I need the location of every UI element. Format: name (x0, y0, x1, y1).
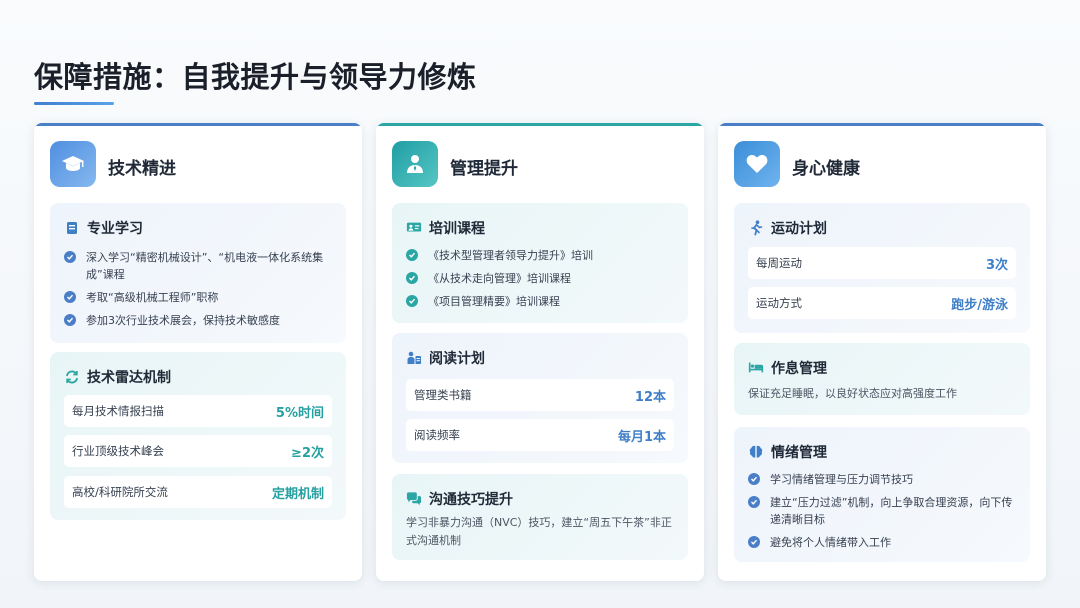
sync-icon (64, 369, 80, 385)
metric-row: 高校/科研院所交流 定期机制 (64, 476, 332, 508)
list-item: 参加3次行业技术展会，保持技术敏感度 (64, 312, 334, 329)
section-title-text: 情绪管理 (771, 445, 827, 461)
card-accent-bar (376, 123, 704, 126)
section-description: 学习非暴力沟通（NVC）技巧，建立“周五下午茶”非正式沟通机制 (406, 516, 672, 547)
metric-row: 阅读频率 每月1本 (406, 419, 674, 451)
list-item-text: 参加3次行业技术展会，保持技术敏感度 (86, 314, 280, 327)
section-rest-management: 作息管理 保证充足睡眠，以良好状态应对高强度工作 (734, 343, 1030, 415)
section-title: 作息管理 (748, 358, 827, 378)
list-item-text: 《从技术走向管理》培训课程 (428, 272, 571, 285)
reader-icon (406, 350, 422, 366)
check-icon (748, 496, 760, 508)
check-icon (64, 314, 76, 326)
metric-row: 每周运动 3次 (748, 247, 1016, 279)
card-accent-bar (718, 123, 1046, 126)
training-list: 《技术型管理者领导力提升》培训 《从技术走向管理》培训课程 《项目管理精要》培训… (406, 247, 676, 316)
metric-value: ≥2次 (291, 445, 324, 461)
running-icon (748, 220, 764, 236)
list-item-text: 学习情绪管理与压力调节技巧 (770, 473, 913, 486)
card-management: 管理提升 培训课程 《技术型管理者领导力提升》培训 《从技术走向管理》培训课程 … (376, 123, 704, 581)
section-tech-radar: 技术雷达机制 每月技术情报扫描 5%时间 行业顶级技术峰会 ≥2次 高校/科研院所交… (50, 352, 346, 520)
list-item-text: 深入学习“精密机械设计”、“机电液一体化系统集成”课程 (86, 251, 324, 281)
list-item-text: 考取“高级机械工程师”职称 (86, 291, 219, 304)
check-icon (748, 473, 760, 485)
metric-label: 管理类书籍 (414, 388, 472, 402)
metric-row: 管理类书籍 12本 (406, 379, 674, 411)
list-item: 《技术型管理者领导力提升》培训 (406, 247, 676, 264)
card-wellbeing: 身心健康 运动计划 每周运动 3次 运动方式 跑步/游泳 作息管理 保证充足睡眠，以… (718, 123, 1046, 581)
user-tie-icon (392, 141, 438, 187)
graduation-cap-icon (50, 141, 96, 187)
section-title: 沟通技巧提升 (406, 489, 513, 509)
metric-value: 12本 (634, 389, 666, 405)
check-icon (64, 291, 76, 303)
page-title: 保障措施：自我提升与领导力修炼 (34, 60, 477, 94)
section-exercise-plan: 运动计划 每周运动 3次 运动方式 跑步/游泳 (734, 203, 1030, 333)
section-training: 培训课程 《技术型管理者领导力提升》培训 《从技术走向管理》培训课程 《项目管理… (392, 203, 688, 323)
metric-label: 每周运动 (756, 256, 802, 270)
list-item: 考取“高级机械工程师”职称 (64, 289, 334, 306)
presentation-icon (406, 220, 422, 236)
metric-row: 运动方式 跑步/游泳 (748, 287, 1016, 319)
section-title: 技术雷达机制 (64, 367, 171, 387)
section-title-text: 作息管理 (771, 361, 827, 377)
section-title: 运动计划 (748, 218, 827, 238)
brain-icon (748, 444, 764, 460)
section-title: 阅读计划 (406, 348, 485, 368)
list-item-text: 《项目管理精要》培训课程 (428, 295, 560, 308)
section-title: 培训课程 (406, 218, 485, 238)
section-title-text: 专业学习 (87, 221, 143, 237)
section-title: 情绪管理 (748, 442, 827, 462)
section-communication: 沟通技巧提升 学习非暴力沟通（NVC）技巧，建立“周五下午茶”非正式沟通机制 (392, 474, 688, 560)
section-description: 保证充足睡眠，以良好状态应对高强度工作 (748, 387, 957, 400)
card-heading: 管理提升 (450, 159, 518, 179)
section-title-text: 运动计划 (771, 221, 827, 237)
metric-label: 行业顶级技术峰会 (72, 444, 164, 458)
check-icon (64, 251, 76, 263)
metric-label: 每月技术情报扫描 (72, 404, 164, 418)
list-item: 建立“压力过滤”机制，向上争取合理资源，向下传递清晰目标 (748, 494, 1018, 528)
section-emotion-management: 情绪管理 学习情绪管理与压力调节技巧 建立“压力过滤”机制，向上争取合理资源，向… (734, 427, 1030, 562)
title-underline (34, 102, 114, 105)
chat-icon (406, 491, 422, 507)
metric-value: 3次 (985, 257, 1008, 273)
check-icon (406, 272, 418, 284)
section-title-text: 沟通技巧提升 (429, 492, 513, 508)
section-title: 专业学习 (64, 218, 143, 238)
book-icon (64, 220, 80, 236)
section-title-text: 培训课程 (429, 221, 485, 237)
card-accent-bar (34, 123, 362, 126)
metric-label: 高校/科研院所交流 (72, 485, 168, 499)
heart-icon (734, 141, 780, 187)
list-item-text: 《技术型管理者领导力提升》培训 (428, 249, 593, 262)
metric-label: 运动方式 (756, 296, 802, 310)
emotion-list: 学习情绪管理与压力调节技巧 建立“压力过滤”机制，向上争取合理资源，向下传递清晰… (748, 471, 1018, 557)
check-icon (748, 536, 760, 548)
check-icon (406, 295, 418, 307)
list-item: 《项目管理精要》培训课程 (406, 293, 676, 310)
list-item: 学习情绪管理与压力调节技巧 (748, 471, 1018, 488)
study-list: 深入学习“精密机械设计”、“机电液一体化系统集成”课程 考取“高级机械工程师”职… (64, 249, 334, 335)
list-item-text: 建立“压力过滤”机制，向上争取合理资源，向下传递清晰目标 (770, 496, 1013, 526)
section-reading-plan: 阅读计划 管理类书籍 12本 阅读频率 每月1本 (392, 333, 688, 463)
card-heading: 身心健康 (792, 159, 860, 179)
section-title-text: 阅读计划 (429, 351, 485, 367)
list-item: 《从技术走向管理》培训课程 (406, 270, 676, 287)
section-title-text: 技术雷达机制 (87, 370, 171, 386)
card-tech-advance: 技术精进 专业学习 深入学习“精密机械设计”、“机电液一体化系统集成”课程 考取… (34, 123, 362, 581)
list-item: 深入学习“精密机械设计”、“机电液一体化系统集成”课程 (64, 249, 334, 283)
card-heading: 技术精进 (108, 159, 176, 179)
metric-row: 行业顶级技术峰会 ≥2次 (64, 435, 332, 467)
metric-row: 每月技术情报扫描 5%时间 (64, 395, 332, 427)
metric-value: 5%时间 (275, 405, 324, 421)
metric-label: 阅读频率 (414, 428, 460, 442)
metric-value: 每月1本 (617, 429, 666, 445)
list-item-text: 避免将个人情绪带入工作 (770, 536, 891, 549)
bed-icon (748, 360, 764, 376)
list-item: 避免将个人情绪带入工作 (748, 534, 1018, 551)
section-professional-study: 专业学习 深入学习“精密机械设计”、“机电液一体化系统集成”课程 考取“高级机械… (50, 203, 346, 343)
metric-value: 跑步/游泳 (951, 297, 1008, 313)
check-icon (406, 249, 418, 261)
metric-value: 定期机制 (271, 486, 324, 502)
